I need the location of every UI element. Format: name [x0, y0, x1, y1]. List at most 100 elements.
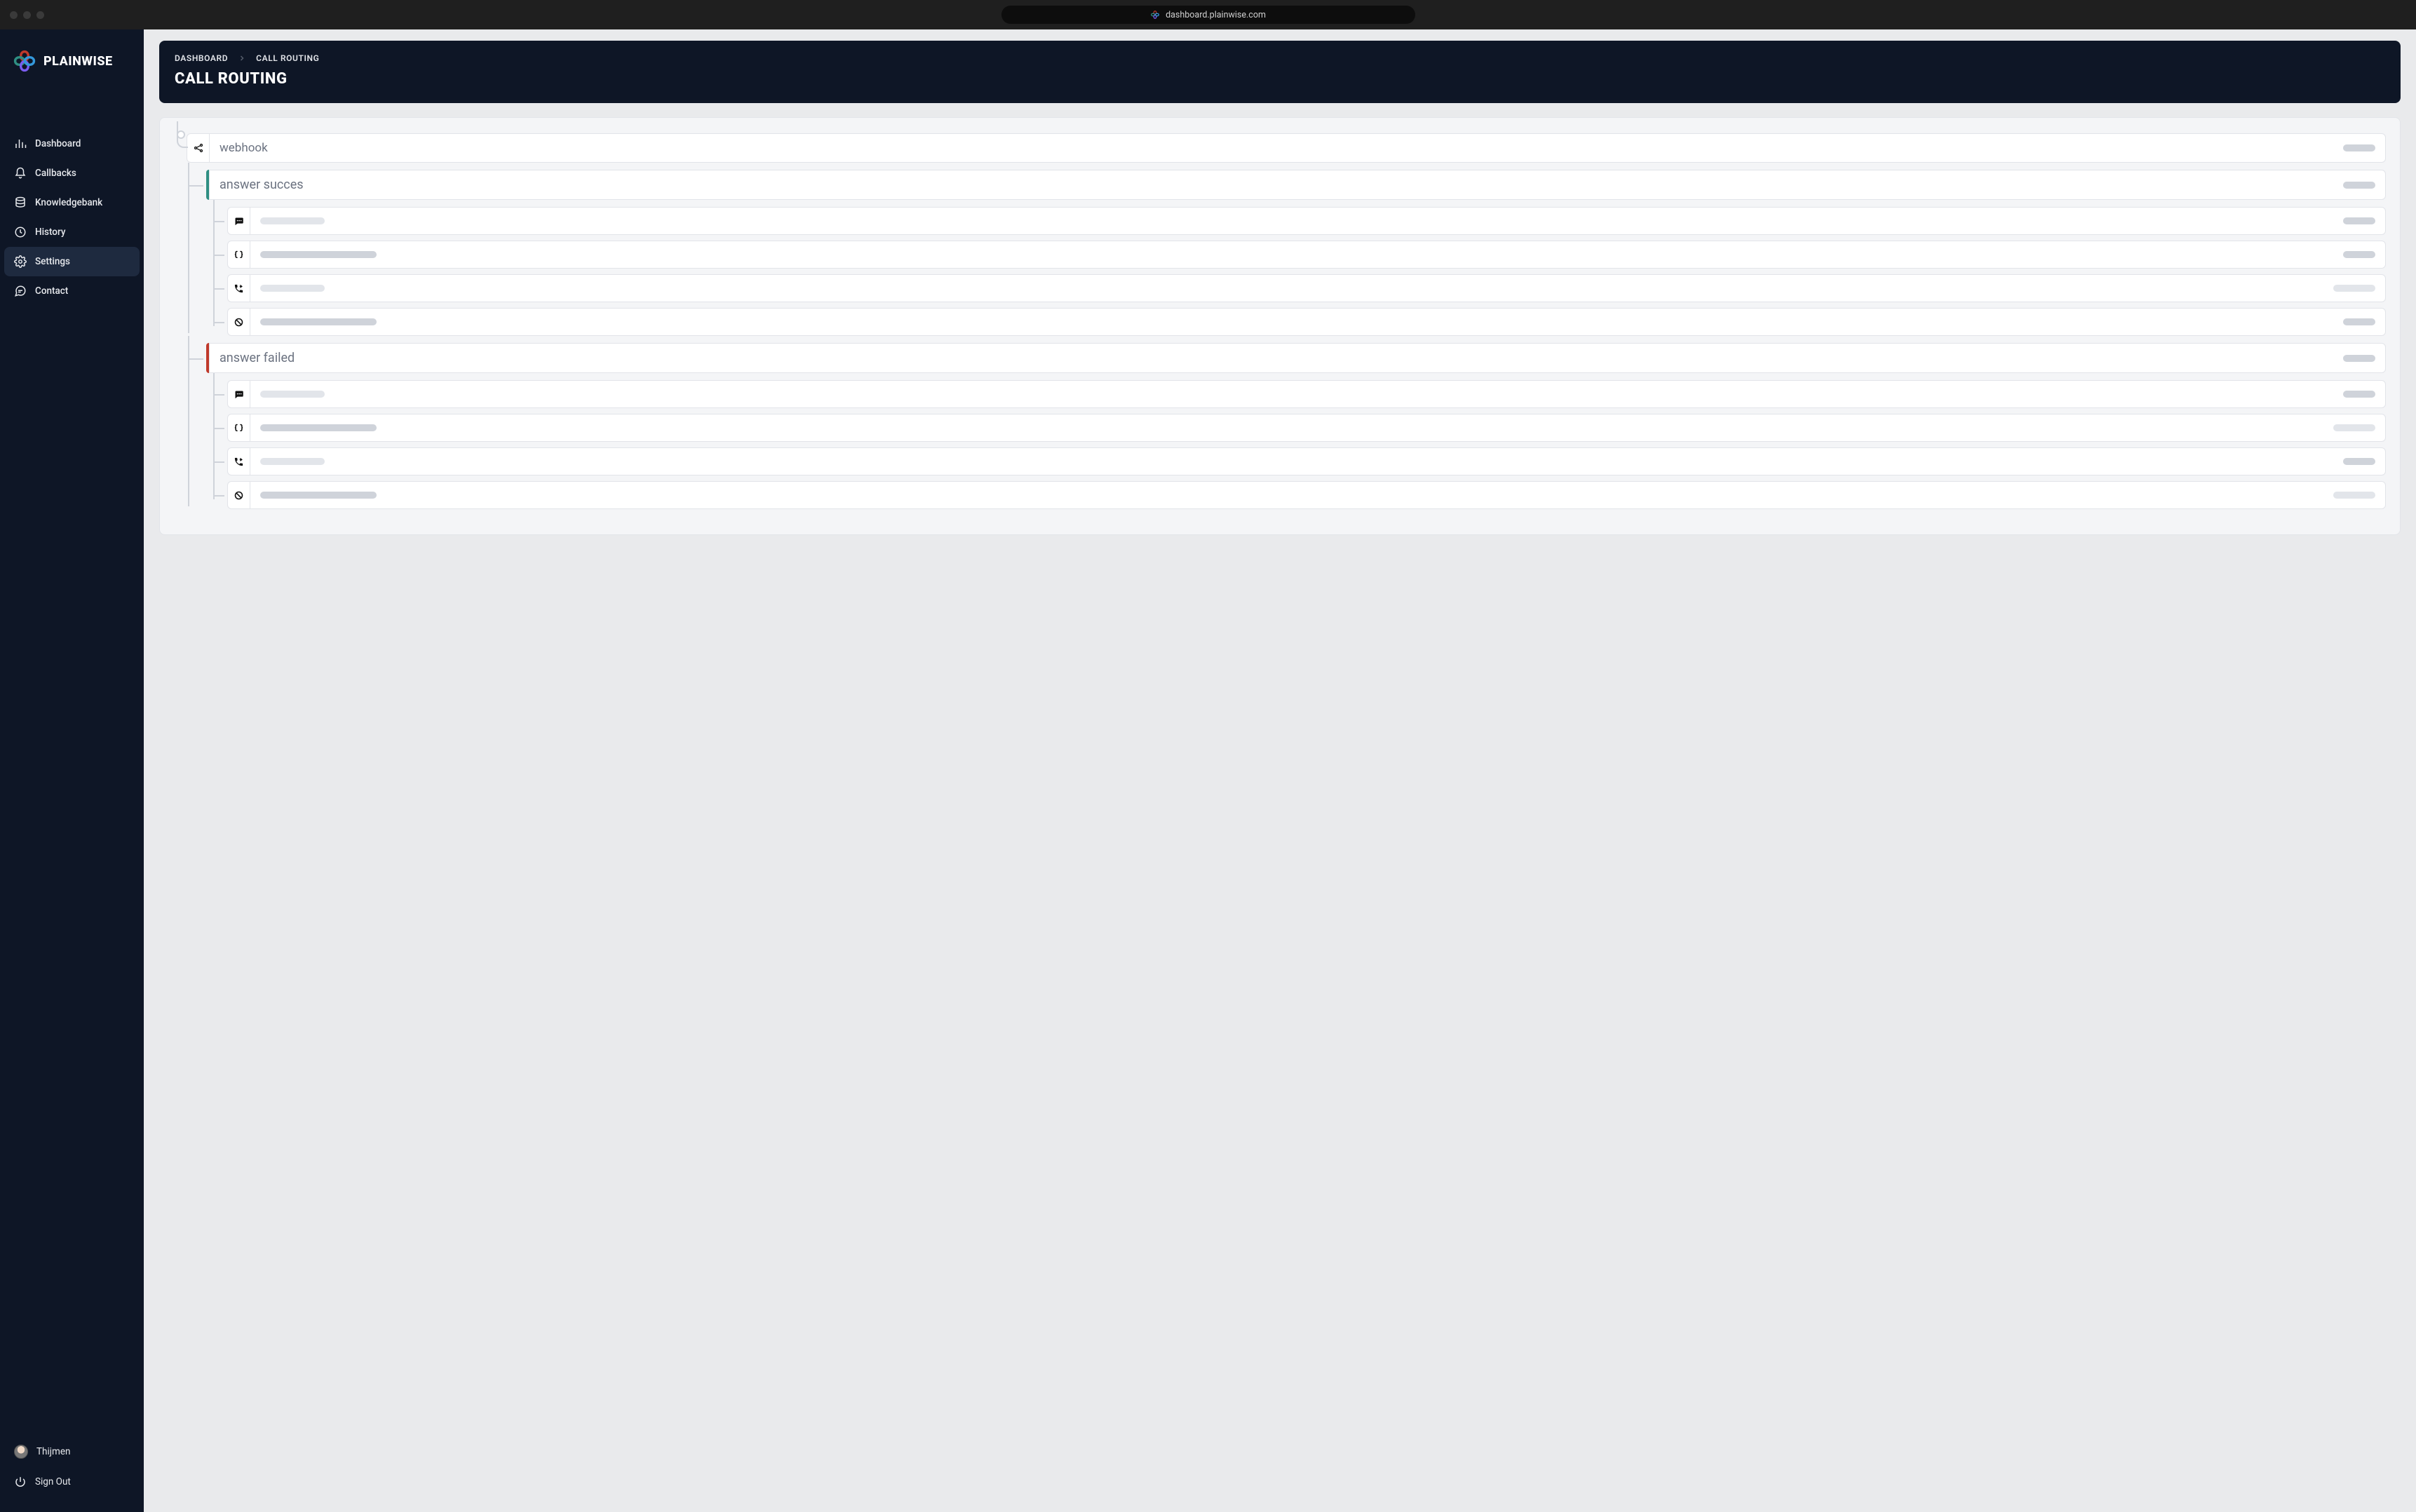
- browser-chrome: dashboard.plainwise.com: [0, 0, 2416, 29]
- placeholder-pill: [2343, 251, 2375, 258]
- breadcrumb-item[interactable]: DASHBOARD: [175, 53, 228, 63]
- database-icon: [14, 196, 27, 209]
- flow-branch-row[interactable]: answer failed: [206, 343, 2386, 373]
- sidebar-item-label: Dashboard: [35, 138, 81, 149]
- sidebar: PLAINWISE Dashboard Callbacks Knowledgeb…: [0, 29, 144, 1512]
- placeholder-line: [260, 285, 325, 292]
- flow-branch: answer succes: [206, 170, 2386, 343]
- placeholder-pill: [2343, 391, 2375, 398]
- sidebar-item-settings[interactable]: Settings: [4, 247, 140, 276]
- sidebar-nav: Dashboard Callbacks Knowledgebank Histor…: [0, 129, 144, 306]
- ban-icon: [227, 308, 250, 336]
- flow-branch-row[interactable]: answer succes: [206, 170, 2386, 200]
- flow-step-row[interactable]: [227, 274, 2386, 302]
- placeholder-pill: [2343, 217, 2375, 224]
- url-text: dashboard.plainwise.com: [1166, 10, 1266, 20]
- code-braces-icon: [227, 414, 250, 442]
- flow-step-row[interactable]: [227, 308, 2386, 336]
- chat-icon: [14, 285, 27, 297]
- flow-step-row[interactable]: [227, 447, 2386, 475]
- bar-chart-icon: [14, 137, 27, 150]
- placeholder-pill: [2333, 492, 2375, 499]
- flow-step-row[interactable]: [227, 380, 2386, 408]
- sidebar-item-label: Contact: [35, 285, 68, 297]
- placeholder-line: [260, 391, 325, 398]
- flow-step-card[interactable]: [250, 481, 2386, 509]
- placeholder-line: [260, 217, 325, 224]
- placeholder-pill: [2333, 424, 2375, 431]
- chat-bubble-icon: [227, 207, 250, 235]
- traffic-light-zoom[interactable]: [36, 11, 44, 19]
- flow-step-card[interactable]: [250, 274, 2386, 302]
- flow-step-row[interactable]: [227, 414, 2386, 442]
- gear-icon: [14, 255, 27, 268]
- phone-forward-icon: [227, 447, 250, 475]
- user-name: Thijmen: [36, 1446, 70, 1457]
- breadcrumb-item[interactable]: CALL ROUTING: [256, 53, 319, 63]
- flow-step-card[interactable]: [250, 380, 2386, 408]
- sidebar-item-dashboard[interactable]: Dashboard: [4, 129, 140, 158]
- flow-panel: webhook answer succes answer failed: [159, 117, 2401, 535]
- flow-tree: webhook answer succes answer failed: [174, 133, 2386, 516]
- breadcrumb: DASHBOARD CALL ROUTING: [175, 53, 2385, 63]
- flow-step-card[interactable]: [250, 241, 2386, 269]
- clock-icon: [14, 226, 27, 238]
- traffic-light-minimize[interactable]: [23, 11, 31, 19]
- phone-forward-icon: [227, 274, 250, 302]
- flow-branch-card[interactable]: answer failed: [209, 343, 2386, 373]
- avatar: [14, 1445, 28, 1459]
- sign-out-button[interactable]: Sign Out: [4, 1467, 140, 1497]
- ban-icon: [227, 481, 250, 509]
- flow-step-row[interactable]: [227, 207, 2386, 235]
- flow-branch: answer failed: [206, 343, 2386, 516]
- flow-step-card[interactable]: [250, 414, 2386, 442]
- flow-step-card[interactable]: [250, 207, 2386, 235]
- page-header: DASHBOARD CALL ROUTING CALL ROUTING: [159, 41, 2401, 103]
- flow-step-row[interactable]: [227, 241, 2386, 269]
- sign-out-label: Sign Out: [35, 1476, 71, 1487]
- brand-mark-icon: [13, 49, 36, 73]
- sidebar-item-history[interactable]: History: [4, 217, 140, 247]
- site-icon: [1150, 10, 1160, 20]
- placeholder-line: [260, 251, 377, 258]
- sidebar-item-label: Settings: [35, 256, 70, 267]
- flow-branch-label: answer succes: [220, 177, 304, 192]
- share-icon: [187, 133, 209, 163]
- flow-root-row[interactable]: webhook: [187, 133, 2386, 163]
- flow-step-row[interactable]: [227, 481, 2386, 509]
- url-bar[interactable]: dashboard.plainwise.com: [1001, 6, 1415, 24]
- placeholder-line: [260, 458, 325, 465]
- sidebar-item-label: Callbacks: [35, 168, 76, 179]
- placeholder-line: [260, 318, 377, 325]
- flow-step-card[interactable]: [250, 308, 2386, 336]
- placeholder-line: [260, 424, 377, 431]
- page-title: CALL ROUTING: [175, 70, 2385, 88]
- placeholder-pill: [2343, 144, 2375, 151]
- main-area: DASHBOARD CALL ROUTING CALL ROUTING webh…: [144, 29, 2416, 1512]
- bell-icon: [14, 167, 27, 180]
- flow-branch-card[interactable]: answer succes: [209, 170, 2386, 200]
- flow-step-list: [227, 207, 2386, 343]
- placeholder-pill: [2343, 182, 2375, 189]
- chevron-right-icon: [238, 54, 246, 62]
- flow-root-label: webhook: [220, 141, 268, 155]
- flow-step-list: [227, 380, 2386, 516]
- brand-name: PLAINWISE: [43, 54, 113, 69]
- chat-bubble-icon: [227, 380, 250, 408]
- flow-branch-label: answer failed: [220, 351, 295, 365]
- sidebar-item-label: Knowledgebank: [35, 197, 102, 208]
- placeholder-pill: [2343, 318, 2375, 325]
- flow-step-card[interactable]: [250, 447, 2386, 475]
- code-braces-icon: [227, 241, 250, 269]
- sidebar-item-contact[interactable]: Contact: [4, 276, 140, 306]
- placeholder-pill: [2343, 355, 2375, 362]
- brand-logo[interactable]: PLAINWISE: [0, 42, 144, 94]
- sidebar-item-callbacks[interactable]: Callbacks: [4, 158, 140, 188]
- traffic-light-close[interactable]: [10, 11, 18, 19]
- flow-root-card[interactable]: webhook: [209, 133, 2386, 163]
- placeholder-pill: [2343, 458, 2375, 465]
- user-profile[interactable]: Thijmen: [4, 1436, 140, 1467]
- sidebar-item-label: History: [35, 227, 65, 238]
- sidebar-item-knowledgebank[interactable]: Knowledgebank: [4, 188, 140, 217]
- power-icon: [14, 1476, 27, 1488]
